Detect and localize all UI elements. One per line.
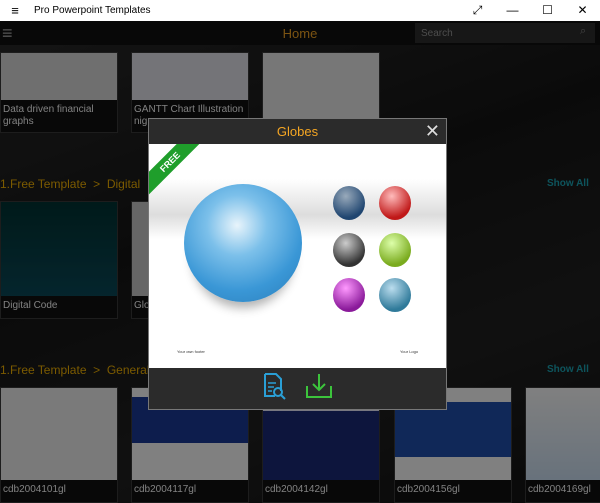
globe-purple (333, 278, 365, 312)
section-heading-digital: 1.Free Template > Digital (0, 177, 141, 191)
section-heading-general: 1.Free Template > General (0, 363, 150, 377)
template-tile[interactable]: Digital Code (0, 201, 118, 319)
download-icon[interactable] (304, 372, 334, 406)
show-all-link[interactable]: Show All (547, 178, 589, 189)
globe-image (184, 184, 302, 302)
dialog-title: Globes (276, 124, 319, 139)
template-tile[interactable] (262, 52, 380, 122)
page-title: Home (282, 26, 318, 41)
tile-caption: cdb2004156gl (395, 480, 511, 502)
tile-caption: cdb2004169gl (526, 480, 600, 502)
template-tile[interactable]: cdb2004169gl (525, 387, 600, 503)
tile-caption: Digital Code (1, 296, 117, 318)
template-preview-image: FREE Your own footer Your Logo (149, 144, 446, 368)
template-preview-dialog: Globes ✕ FREE Your own footer Your Logo (148, 118, 447, 410)
preview-document-icon[interactable] (262, 372, 286, 406)
show-all-link[interactable]: Show All (547, 364, 589, 375)
globe-navy (333, 186, 365, 220)
search-icon[interactable]: ⌕ (580, 25, 586, 38)
search-input[interactable] (415, 23, 595, 43)
tile-caption: cdb2004101gl (1, 480, 117, 502)
close-icon[interactable]: ✕ (425, 119, 440, 144)
preview-logo-text: Your Logo (400, 349, 419, 354)
minimize-button[interactable]: — (495, 3, 530, 18)
preview-footer-text: Your own footer (177, 349, 205, 354)
globe-green (379, 233, 411, 267)
tile-caption: cdb2004142gl (263, 480, 379, 502)
app-bar: ≡ Home ⌕ (0, 21, 600, 45)
globe-black (333, 233, 365, 267)
globe-red (379, 186, 411, 220)
menu-icon[interactable]: ≡ (0, 3, 30, 18)
maximize-button[interactable]: ☐ (530, 3, 565, 18)
dialog-header: Globes ✕ (149, 119, 446, 144)
template-tile[interactable]: Data driven financial graphs (0, 52, 118, 133)
tile-caption: cdb2004117gl (132, 480, 248, 502)
window-title: Pro Powerpoint Templates (34, 5, 151, 16)
fullscreen-icon[interactable]: ⤢ (460, 3, 495, 18)
hamburger-icon[interactable]: ≡ (2, 24, 13, 42)
template-tile[interactable]: cdb2004101gl (0, 387, 118, 503)
globe-teal (379, 278, 411, 312)
title-bar: ≡ Pro Powerpoint Templates ⤢ — ☐ ✕ (0, 0, 600, 21)
tile-caption: Data driven financial graphs (1, 100, 117, 132)
close-button[interactable]: ✕ (565, 3, 600, 18)
dialog-actions (149, 368, 446, 410)
